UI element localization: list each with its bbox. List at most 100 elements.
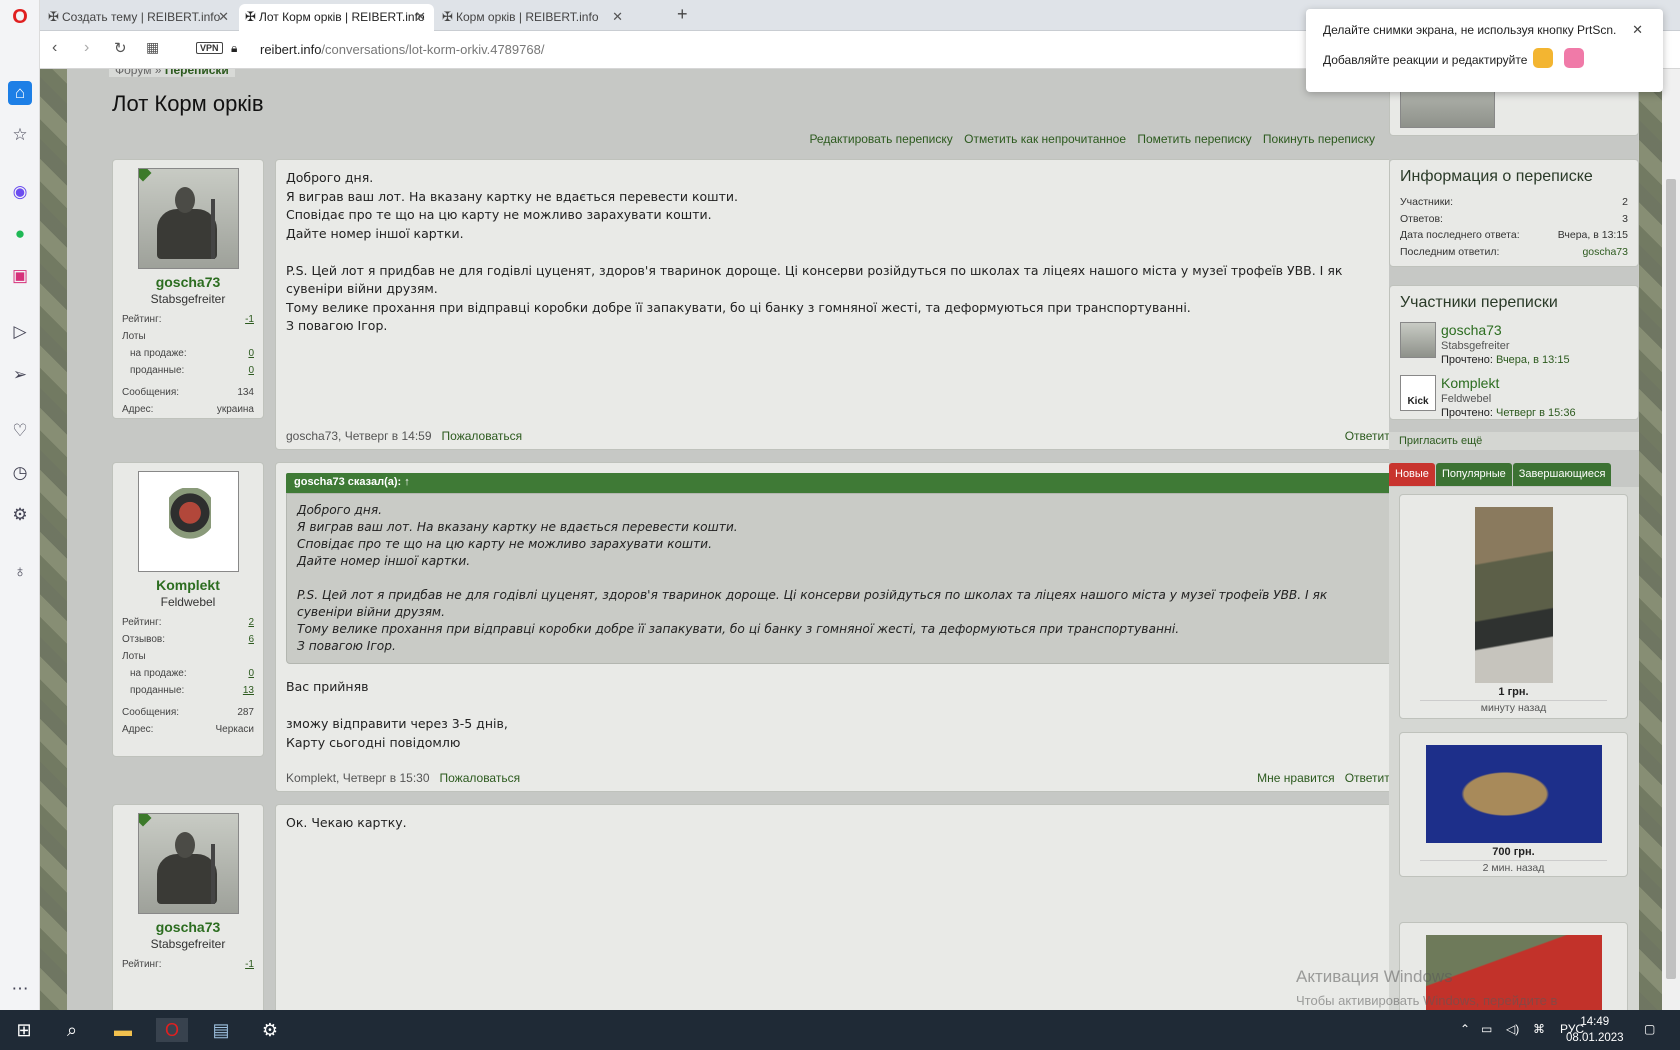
leave-conversation-link[interactable]: Покинуть переписку [1263, 132, 1375, 146]
close-icon[interactable]: ✕ [415, 9, 426, 25]
reviews-value[interactable]: 6 [248, 634, 254, 651]
breadcrumb-sep: » [154, 69, 162, 77]
user-card-goscha73: goscha73 Stabsgefreiter Рейтинг: -1 [112, 804, 264, 1010]
tab-ending[interactable]: Завершающиеся [1512, 463, 1612, 486]
windows-start-icon[interactable]: ⊞ [12, 1018, 36, 1042]
clock[interactable]: 14:49 08.01.2023 [1566, 1014, 1624, 1046]
right-sidebar: Информация о переписке Участники: 2 Ответ… [1389, 69, 1639, 1010]
invite-more-link[interactable]: Пригласить ещё [1389, 432, 1639, 450]
settings-icon[interactable]: ⚙ [8, 503, 32, 527]
tab-korm[interactable]: ✠ Корм орків | REIBERT.info ✕ [436, 4, 631, 31]
on-sale-value[interactable]: 0 [248, 668, 254, 685]
username[interactable]: goscha73 [122, 274, 254, 290]
tab-lot-korm[interactable]: ✠ Лот Корм орків | REIBERT.info ✕ [239, 4, 434, 31]
vpn-badge[interactable]: VPN [196, 42, 223, 54]
speed-dial-icon[interactable]: ☆ [8, 123, 32, 147]
conversation-info-box: Информация о переписке Участники: 2 Ответ… [1389, 159, 1639, 267]
rating-value[interactable]: -1 [245, 314, 254, 331]
message-1: Доброго дня. Я виграв ваш лот. На вказан… [275, 159, 1407, 450]
lightbulb-icon[interactable]: ♁ [8, 560, 32, 584]
file-explorer-icon[interactable]: ▬ [111, 1018, 135, 1042]
tabs-grid-icon[interactable]: ▦ [146, 39, 159, 56]
back-icon[interactable]: ‹ [52, 39, 57, 57]
instagram-icon[interactable]: ▣ [8, 264, 32, 288]
read-time[interactable]: Четверг в 15:36 [1496, 407, 1576, 419]
network-icon[interactable]: ▭ [1481, 1022, 1492, 1036]
breadcrumb: Форум » Переписки [109, 69, 235, 77]
tab-popular[interactable]: Популярные [1435, 463, 1512, 486]
opera-logo-icon[interactable]: O [8, 5, 32, 29]
new-tab-plus-icon[interactable]: + [677, 4, 688, 25]
star-conversation-link[interactable]: Пометить переписку [1137, 132, 1251, 146]
ime-icon[interactable]: ⌘ [1533, 1022, 1545, 1036]
read-time[interactable]: Вчера, в 13:15 [1496, 354, 1570, 366]
sold-value[interactable]: 0 [248, 365, 254, 382]
message-line: Вас прийняв [286, 679, 369, 694]
message-meta[interactable]: Komplekt, Четверг в 15:30 [286, 771, 430, 785]
history-icon[interactable]: ◷ [8, 461, 32, 485]
edit-conversation-link[interactable]: Редактировать переписку [809, 132, 952, 146]
app-icon[interactable]: ▤ [209, 1018, 233, 1042]
lot-image[interactable] [1474, 507, 1553, 683]
username[interactable]: goscha73 [122, 919, 254, 935]
home-icon[interactable]: ⌂ [8, 81, 32, 105]
breadcrumb-conversations[interactable]: Переписки [165, 69, 229, 77]
player-icon[interactable]: ▷ [8, 320, 32, 344]
tray-chevron-icon[interactable]: ⌃ [1460, 1022, 1470, 1036]
scrollbar[interactable] [1662, 69, 1680, 1010]
notification-icon[interactable]: ▢ [1644, 1022, 1655, 1036]
url-field[interactable]: reibert.info/conversations/lot-korm-orki… [260, 42, 544, 57]
messages-label: Сообщения: [122, 707, 180, 718]
avatar[interactable] [137, 471, 239, 572]
tab-new[interactable]: Новые [1389, 463, 1435, 486]
quote-header[interactable]: goscha73 сказал(а): ↑ [286, 473, 1396, 493]
search-icon[interactable]: ⌕ [60, 1018, 84, 1042]
scrollbar-thumb[interactable] [1666, 179, 1676, 979]
heart-icon[interactable]: ♡ [8, 419, 32, 443]
avatar[interactable] [1400, 322, 1436, 358]
lots-row: Лоты [122, 651, 254, 668]
settings-icon[interactable]: ⚙ [258, 1018, 282, 1042]
close-icon[interactable]: ✕ [1632, 22, 1643, 38]
messenger-icon[interactable]: ◉ [8, 180, 32, 204]
info-label: Участники: [1400, 196, 1454, 208]
reload-icon[interactable]: ↻ [114, 39, 127, 57]
volume-icon[interactable]: ◁) [1506, 1022, 1519, 1036]
lock-icon[interactable]: 🔒︎ [231, 41, 237, 56]
avatar[interactable] [137, 813, 239, 914]
participant-name[interactable]: Komplekt [1441, 375, 1499, 391]
username[interactable]: Komplekt [122, 577, 254, 593]
last-poster-link[interactable]: goscha73 [1582, 246, 1628, 263]
opera-icon[interactable]: O [156, 1018, 188, 1042]
avatar[interactable]: Kick [1400, 375, 1436, 411]
close-icon[interactable]: ✕ [218, 9, 229, 25]
user-rank: Stabsgefreiter [150, 937, 226, 951]
send-icon[interactable]: ➢ [8, 363, 32, 387]
on-sale-label: на продаже: [130, 348, 187, 359]
sold-value[interactable]: 13 [243, 685, 254, 702]
report-link[interactable]: Пожаловаться [442, 429, 523, 443]
lot-card[interactable]: 700 грн. 2 мин. назад [1399, 732, 1628, 877]
breadcrumb-forum[interactable]: Форум [115, 69, 151, 77]
participants-box: Участники переписки goscha73 Stabsgefrei… [1389, 285, 1639, 420]
forward-icon[interactable]: › [84, 39, 89, 57]
message-3: Ок. Чекаю картку. [275, 804, 1407, 1010]
avatar[interactable] [137, 168, 239, 269]
on-sale-value[interactable]: 0 [248, 348, 254, 365]
report-link[interactable]: Пожаловаться [440, 771, 521, 785]
message-meta[interactable]: goscha73, Четверг в 14:59 [286, 429, 432, 443]
mark-unread-link[interactable]: Отметить как непрочитанное [964, 132, 1126, 146]
rating-value[interactable]: 2 [248, 617, 254, 634]
whatsapp-icon[interactable]: ● [8, 222, 32, 246]
rating-value[interactable]: -1 [245, 959, 254, 976]
info-value: 2 [1622, 196, 1628, 208]
page-title: Лот Корм орків [112, 91, 264, 116]
participant-name[interactable]: goscha73 [1441, 322, 1502, 338]
close-icon[interactable]: ✕ [612, 9, 623, 25]
lot-image[interactable] [1425, 745, 1602, 843]
tab-create-topic[interactable]: ✠ Создать тему | REIBERT.info ✕ [42, 4, 237, 31]
lot-card[interactable]: 1 грн. минуту назад [1399, 494, 1628, 719]
like-link[interactable]: Мне нравится [1257, 771, 1335, 785]
more-icon[interactable]: ⋯ [8, 977, 32, 1001]
browser-sidebar: O ⌂ ☆ ◉ ● ▣ ▷ ➢ ♡ ◷ ⚙ ♁ ⋯ [0, 0, 40, 1010]
